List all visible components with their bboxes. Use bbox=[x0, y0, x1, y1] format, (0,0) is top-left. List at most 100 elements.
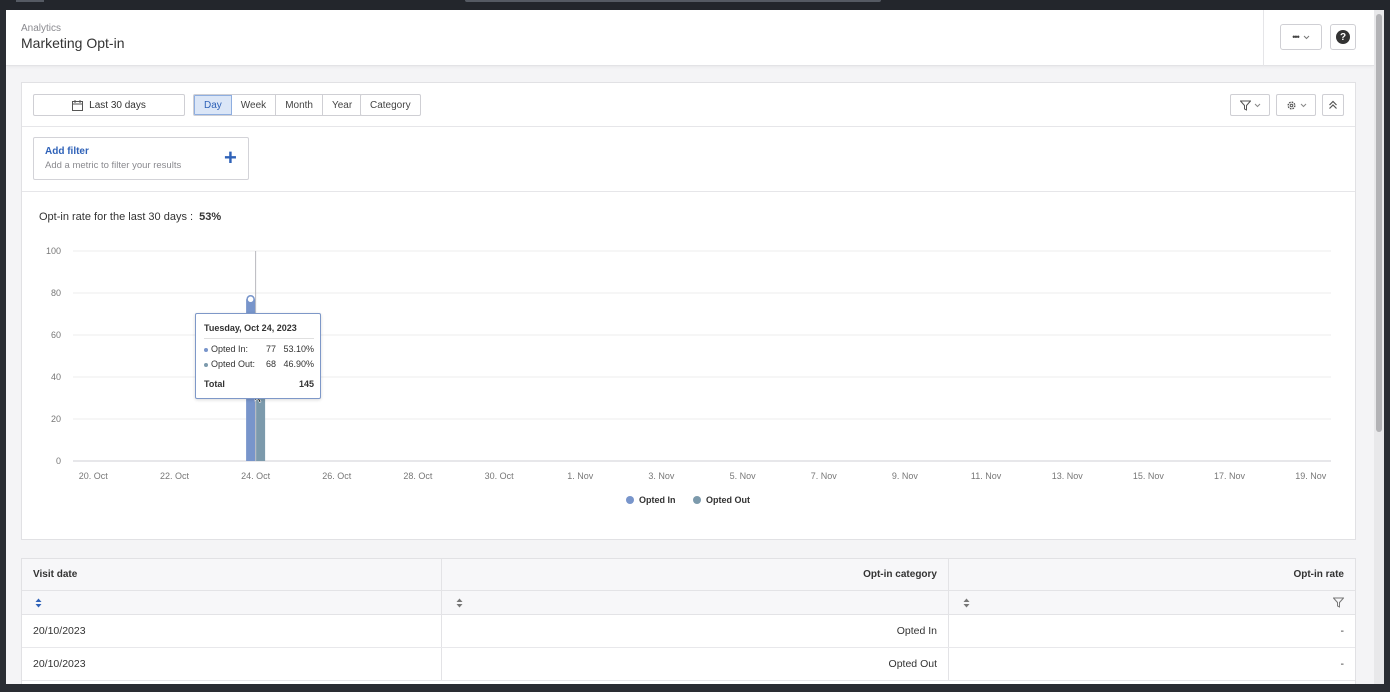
y-tick-label: 20 bbox=[51, 414, 61, 424]
table-row[interactable]: 20/10/2023 Opted In - bbox=[22, 615, 1355, 648]
optin-summary-value: 53% bbox=[199, 211, 222, 223]
granularity-year-button[interactable]: Year bbox=[322, 95, 362, 115]
date-range-label: Last 30 days bbox=[89, 99, 146, 111]
x-tick-label: 19. Nov bbox=[1295, 471, 1327, 481]
chevron-down-icon bbox=[1303, 35, 1310, 39]
sort-visit-date[interactable] bbox=[22, 591, 442, 614]
tooltip-total-value: 145 bbox=[298, 379, 314, 389]
x-tick-label: 22. Oct bbox=[160, 471, 190, 481]
sort-icon bbox=[35, 598, 42, 607]
more-options-button[interactable]: ••• bbox=[1280, 24, 1322, 50]
tooltip-row-pct: 53.10% bbox=[283, 344, 314, 354]
x-tick-label: 24. Oct bbox=[241, 471, 271, 481]
settings-menu-button[interactable] bbox=[1276, 94, 1316, 116]
legend-item-opted-out[interactable]: Opted Out bbox=[693, 495, 750, 505]
browser-tab[interactable] bbox=[16, 0, 44, 2]
more-options-label: ••• bbox=[1292, 32, 1300, 42]
header-divider bbox=[1263, 10, 1264, 66]
breadcrumb[interactable]: Analytics bbox=[21, 23, 61, 34]
table-header-row: Visit date Opt-in category Opt-in rate bbox=[22, 559, 1355, 591]
app-window: Analytics Marketing Opt-in ••• ? Last 30… bbox=[6, 10, 1384, 684]
collapse-button[interactable] bbox=[1322, 94, 1344, 116]
x-tick-label: 17. Nov bbox=[1214, 471, 1246, 481]
tooltip-total: Total 145 bbox=[204, 379, 314, 389]
table-sort-row bbox=[22, 591, 1355, 615]
y-tick-label: 80 bbox=[51, 288, 61, 298]
double-chevron-up-icon bbox=[1329, 100, 1337, 109]
x-tick-label: 11. Nov bbox=[971, 471, 1002, 481]
y-tick-label: 0 bbox=[56, 456, 61, 466]
x-tick-label: 5. Nov bbox=[730, 471, 757, 481]
category-button[interactable]: Category bbox=[360, 94, 421, 116]
sort-optin-rate[interactable] bbox=[949, 591, 1355, 614]
cell-optin-rate: - bbox=[1340, 625, 1345, 637]
tooltip-row-count: 77 bbox=[266, 344, 277, 354]
tooltip-row-count: 68 bbox=[266, 359, 277, 369]
plus-icon: + bbox=[224, 145, 237, 170]
calendar-icon bbox=[72, 99, 84, 111]
opted-out-dot-icon bbox=[204, 363, 208, 367]
address-bar[interactable] bbox=[465, 0, 881, 2]
tooltip-row-opted-out: Opted Out: 68 46.90% bbox=[204, 359, 314, 371]
legend-dot-icon bbox=[626, 496, 634, 504]
x-tick-label: 9. Nov bbox=[892, 471, 919, 481]
hover-point bbox=[246, 295, 255, 304]
cell-visit-date: 20/10/2023 bbox=[22, 648, 442, 680]
x-tick-label: 3. Nov bbox=[648, 471, 675, 481]
page-title: Marketing Opt-in bbox=[21, 35, 125, 51]
granularity-day-button[interactable]: Day bbox=[194, 95, 232, 115]
tooltip-title: Tuesday, Oct 24, 2023 bbox=[204, 323, 297, 333]
column-header-visit-date[interactable]: Visit date bbox=[22, 559, 442, 590]
help-button[interactable]: ? bbox=[1330, 24, 1356, 50]
data-table: Visit date Opt-in category Opt-in rate 2… bbox=[21, 558, 1356, 684]
granularity-selector: Day Week Month Year bbox=[193, 94, 363, 116]
x-tick-label: 20. Oct bbox=[79, 471, 109, 481]
chevron-down-icon bbox=[1300, 103, 1306, 107]
browser-top-bar bbox=[0, 0, 1390, 10]
add-filter-hint: Add a metric to filter your results bbox=[45, 160, 182, 171]
legend-label: Opted Out bbox=[706, 495, 750, 505]
add-filter-button[interactable]: Add filter Add a metric to filter your r… bbox=[33, 137, 249, 180]
sort-icon bbox=[456, 598, 463, 607]
opted-in-dot-icon bbox=[204, 348, 208, 352]
tooltip-total-label: Total bbox=[204, 379, 225, 389]
x-tick-label: 26. Oct bbox=[322, 471, 352, 481]
granularity-week-button[interactable]: Week bbox=[231, 95, 277, 115]
table-row[interactable]: 20/10/2023 Opted Out - bbox=[22, 648, 1355, 681]
page-header: Analytics Marketing Opt-in ••• ? bbox=[6, 10, 1374, 66]
tooltip-divider bbox=[204, 338, 314, 339]
column-header-optin-category[interactable]: Opt-in category bbox=[442, 559, 949, 590]
tooltip-row-pct: 46.90% bbox=[283, 359, 314, 369]
x-tick-label: 15. Nov bbox=[1133, 471, 1165, 481]
filter-menu-button[interactable] bbox=[1230, 94, 1270, 116]
page-scrollbar[interactable] bbox=[1374, 10, 1384, 684]
add-filter-label: Add filter bbox=[45, 146, 89, 157]
sort-optin-category[interactable] bbox=[442, 591, 949, 614]
sort-icon bbox=[963, 598, 970, 607]
x-tick-label: 13. Nov bbox=[1052, 471, 1084, 481]
granularity-month-button[interactable]: Month bbox=[276, 95, 323, 115]
tooltip-row-label: Opted Out: bbox=[211, 359, 256, 369]
cell-optin-rate: - bbox=[1340, 658, 1345, 670]
chevron-down-icon bbox=[1254, 103, 1260, 107]
legend-label: Opted In bbox=[639, 495, 676, 505]
column-header-optin-rate[interactable]: Opt-in rate bbox=[949, 559, 1355, 590]
column-filter-icon[interactable] bbox=[1333, 597, 1344, 608]
optin-summary: Opt-in rate for the last 30 days : 53% bbox=[39, 211, 221, 223]
chart-card: Last 30 days Day Week Month Year Category A… bbox=[21, 82, 1356, 540]
optin-chart: 0 20 40 60 80 100 20. Oct 22. Oct 24. Oct 26. Oct… bbox=[22, 233, 1355, 533]
legend-item-opted-in[interactable]: Opted In bbox=[626, 495, 676, 505]
date-range-button[interactable]: Last 30 days bbox=[33, 94, 185, 116]
tooltip-row-label: Opted In: bbox=[211, 344, 249, 354]
filter-row: Add filter Add a metric to filter your r… bbox=[22, 127, 1355, 192]
cell-visit-date: 20/10/2023 bbox=[22, 615, 442, 647]
help-icon: ? bbox=[1336, 30, 1350, 44]
chart-toolbar: Last 30 days Day Week Month Year Category bbox=[22, 83, 1355, 127]
tooltip-row-opted-in: Opted In: 77 53.10% bbox=[204, 344, 314, 356]
cell-optin-category: Opted In bbox=[442, 615, 949, 647]
cell-optin-category: Opted Out bbox=[442, 648, 949, 680]
legend-dot-icon bbox=[693, 496, 701, 504]
x-tick-label: 30. Oct bbox=[485, 471, 515, 481]
scrollbar-thumb[interactable] bbox=[1376, 14, 1382, 432]
optin-summary-label: Opt-in rate for the last 30 days : bbox=[39, 211, 194, 223]
